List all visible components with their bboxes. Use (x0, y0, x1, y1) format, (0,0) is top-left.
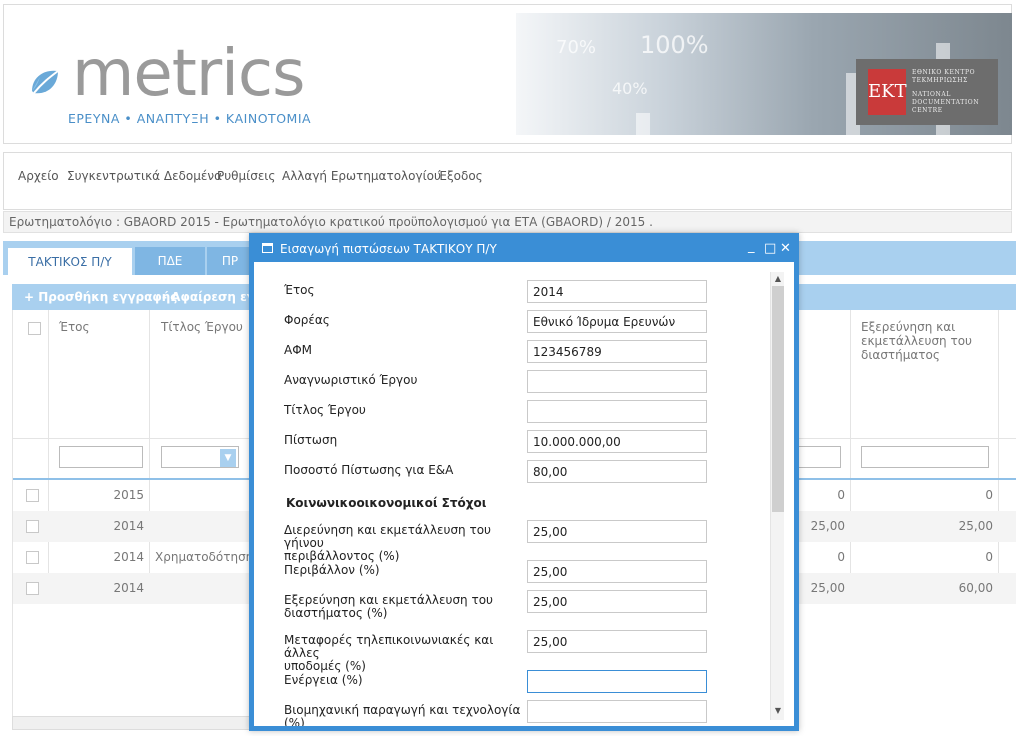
select-all-checkbox[interactable] (28, 322, 41, 335)
dialog-body: Έτος Φορέας ΑΦΜ Αναγνωριστικό Έργου Τίτλ… (254, 262, 794, 726)
cell-year: 2015 (113, 488, 144, 502)
window-icon (262, 243, 273, 253)
label-project-id: Αναγνωριστικό Έργου (284, 373, 418, 387)
column-header-title[interactable]: Τίτλος Έργου (161, 320, 243, 334)
space-exploration-input[interactable] (527, 590, 707, 613)
column-header-space[interactable]: Εξερεύνηση και εκμετάλλευση του διαστήμα… (861, 320, 972, 362)
organization-input[interactable] (527, 310, 707, 333)
label-organization: Φορέας (284, 313, 330, 327)
credit-input[interactable] (527, 430, 707, 453)
maximize-button[interactable]: □ (764, 238, 776, 260)
label-credit: Πίστωση (284, 433, 338, 447)
header-banner: 70% 100% 40% EKT ΕΘΝΙΚΟ ΚΕΝΤΡΟ ΤΕΚΜΗΡΙΩΣ… (516, 13, 1012, 135)
filter-input[interactable] (793, 446, 841, 468)
label-environment: Περιβάλλον (%) (284, 563, 380, 577)
minimize-button[interactable]: _ (748, 236, 755, 258)
cell-value: 60,00 (958, 581, 993, 595)
project-title-input[interactable] (527, 400, 707, 423)
ekt-mark: EKT (868, 69, 907, 115)
close-button[interactable]: ✕ (780, 238, 791, 260)
label-earth-exploration: Διερεύνηση και εκμετάλλευση του γήινου π… (284, 523, 491, 563)
logo-wordmark: metrics (72, 37, 305, 111)
label-transport-infrastructure: Μεταφορές τηλεπικοινωνιακές και άλλες υπ… (284, 633, 494, 673)
project-id-input[interactable] (527, 370, 707, 393)
menu-file[interactable]: Αρχείο (18, 169, 59, 183)
cell-value: 25,00 (810, 581, 845, 595)
menu-change-questionnaire[interactable]: Αλλαγή Ερωτηματολογίου (282, 169, 441, 183)
label-industrial-production: Βιομηχανική παραγωγή και τεχνολογία (%) (284, 703, 521, 727)
industrial-production-input[interactable] (527, 700, 707, 723)
cell-value: 0 (985, 488, 993, 502)
site-header: metrics ΕΡΕΥΝΑ • ΑΝΑΠΤΥΞΗ • ΚΑΙΝΟΤΟΜΙΑ 7… (3, 4, 1012, 144)
label-energy: Ενέργεια (%) (284, 673, 363, 687)
label-project-title: Τίτλος Έργου (284, 403, 366, 417)
section-socioeconomic-goals: Κοινωνικοοικονομικοί Στόχοι (286, 496, 487, 510)
scroll-down-icon[interactable]: ▼ (771, 704, 785, 718)
label-space-exploration: Εξερεύνηση και εκμετάλλευση του διαστήμα… (284, 593, 493, 620)
menu-aggregates[interactable]: Συγκεντρωτικά Δεδομένα (67, 169, 222, 183)
row-checkbox[interactable] (26, 582, 39, 595)
dialog-titlebar[interactable]: Εισαγωγή πιστώσεων ΤΑΚΤΙΚΟΥ Π/Υ _ □ ✕ (254, 238, 794, 262)
transport-infrastructure-input[interactable] (527, 630, 707, 653)
menu-settings[interactable]: Ρυθμίσεις (217, 169, 275, 183)
row-checkbox[interactable] (26, 551, 39, 564)
cell-value: 25,00 (958, 519, 993, 533)
metrics-logo[interactable]: metrics ΕΡΕΥΝΑ • ΑΝΑΠΤΥΞΗ • ΚΑΙΝΟΤΟΜΙΑ (26, 37, 326, 131)
main-menu: Αρχείο Συγκεντρωτικά Δεδομένα Ρυθμίσεις … (3, 152, 1012, 210)
ekt-text: ΕΘΝΙΚΟ ΚΕΝΤΡΟ ΤΕΚΜΗΡΙΩΣΗΣ NATIONAL DOCUM… (912, 69, 980, 114)
cell-value: 0 (837, 550, 845, 564)
dialog-vertical-scrollbar[interactable]: ▲ ▼ (770, 272, 784, 720)
breadcrumb: Ερωτηματολόγιο : GBAORD 2015 - Ερωτηματο… (3, 211, 1012, 233)
banner-percent: 40% (612, 79, 648, 98)
banner-arrow-icon (636, 113, 650, 135)
filter-space-input[interactable] (861, 446, 989, 468)
year-input[interactable] (527, 280, 707, 303)
cell-value: 0 (837, 488, 845, 502)
chevron-down-icon[interactable]: ▼ (220, 449, 236, 467)
environment-input[interactable] (527, 560, 707, 583)
scroll-up-icon[interactable]: ▲ (771, 272, 785, 286)
dialog-title: Εισαγωγή πιστώσεων ΤΑΚΤΙΚΟΥ Π/Υ (280, 242, 497, 256)
logo-tagline: ΕΡΕΥΝΑ • ΑΝΑΠΤΥΞΗ • ΚΑΙΝΟΤΟΜΙΑ (68, 111, 312, 126)
cell-value: 25,00 (810, 519, 845, 533)
label-vat-number: ΑΦΜ (284, 343, 313, 357)
menu-exit[interactable]: Έξοδος (438, 169, 483, 183)
filter-year-input[interactable] (59, 446, 143, 468)
ekt-logo[interactable]: EKT ΕΘΝΙΚΟ ΚΕΝΤΡΟ ΤΕΚΜΗΡΙΩΣΗΣ NATIONAL D… (856, 59, 998, 125)
label-year: Έτος (284, 283, 315, 297)
vat-number-input[interactable] (527, 340, 707, 363)
logo-drop-icon (32, 70, 59, 94)
tab-pde[interactable]: ΠΔΕ (135, 247, 205, 275)
row-checkbox[interactable] (26, 489, 39, 502)
cell-value: 0 (985, 550, 993, 564)
cell-year: 2014 (113, 581, 144, 595)
credit-entry-dialog: Εισαγωγή πιστώσεων ΤΑΚΤΙΚΟΥ Π/Υ _ □ ✕ Έτ… (249, 233, 799, 731)
column-header-year[interactable]: Έτος (59, 320, 90, 334)
add-record-button[interactable]: + Προσθήκη εγγραφής (24, 290, 177, 304)
rd-percentage-input[interactable] (527, 460, 707, 483)
row-checkbox[interactable] (26, 520, 39, 533)
cell-title: Χρηματοδότηση ' (155, 550, 261, 564)
scrollbar-thumb[interactable] (772, 286, 784, 512)
label-rd-percentage: Ποσοστό Πίστωσης για Ε&Α (284, 463, 454, 477)
cell-year: 2014 (113, 550, 144, 564)
grid-horizontal-scrollbar[interactable] (12, 716, 262, 730)
earth-exploration-input[interactable] (527, 520, 707, 543)
energy-input[interactable] (527, 670, 707, 693)
tab-other[interactable]: ΠΡ (207, 247, 253, 275)
filter-title-select[interactable]: ▼ (161, 446, 239, 468)
cell-year: 2014 (113, 519, 144, 533)
banner-percent: 100% (640, 31, 709, 59)
banner-percent: 70% (556, 37, 597, 58)
tab-taktikos[interactable]: ΤΑΚΤΙΚΟΣ Π/Υ (7, 247, 133, 275)
